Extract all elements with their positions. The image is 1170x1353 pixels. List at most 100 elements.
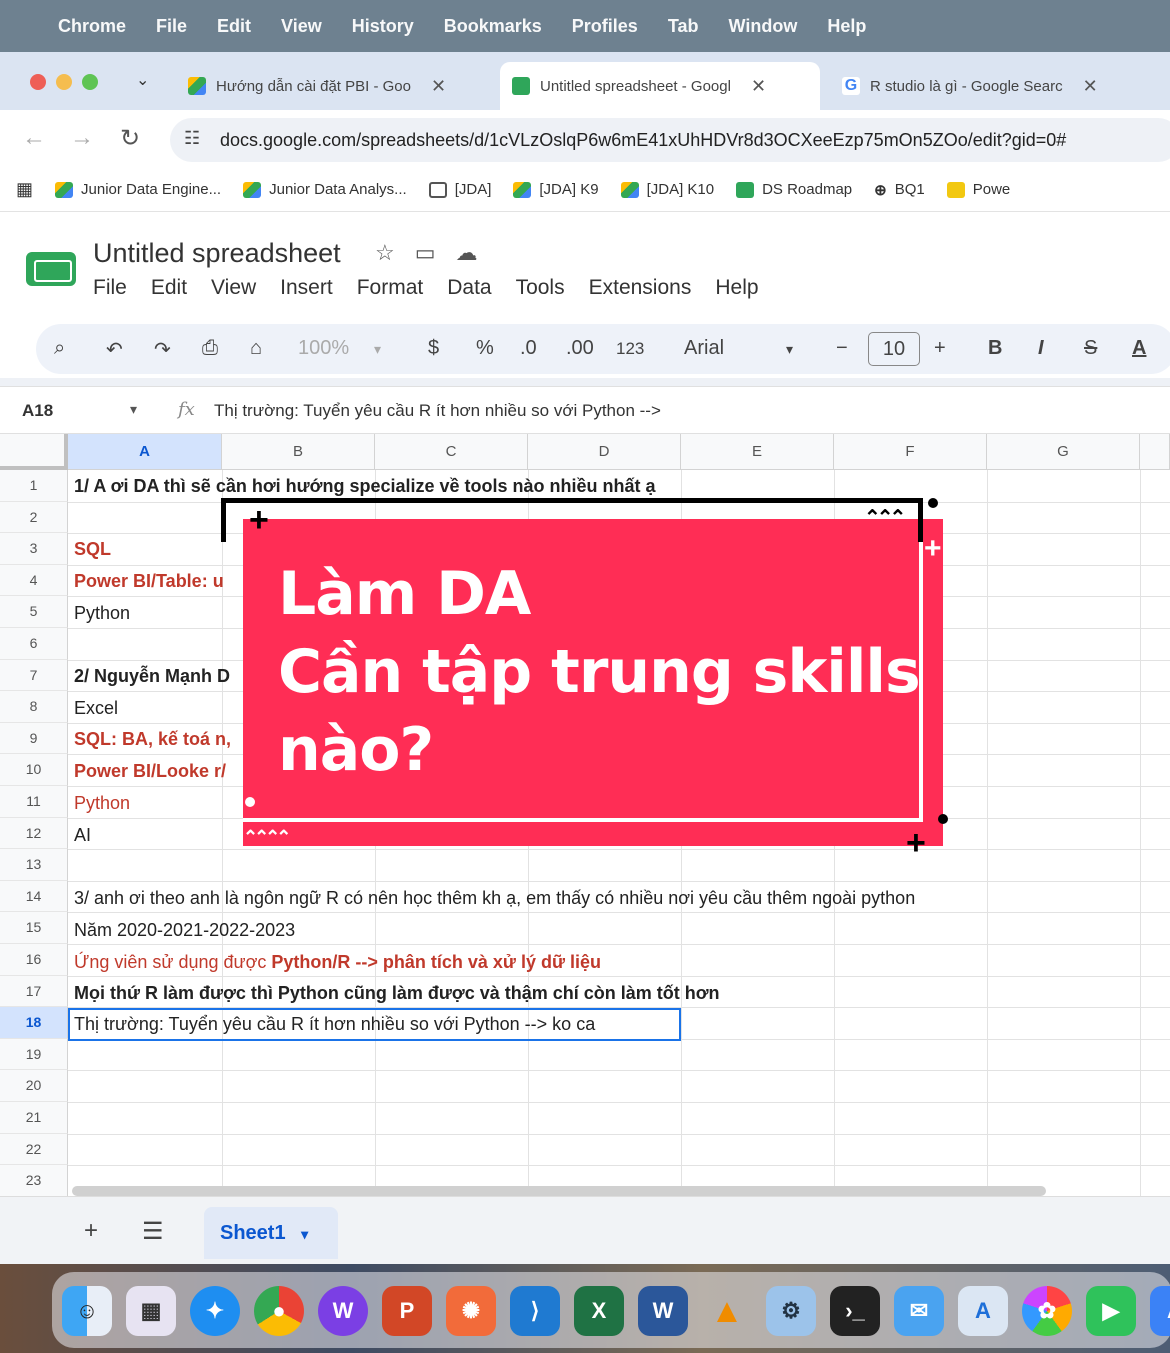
row-header-7[interactable]: 7: [0, 659, 68, 692]
powerpoint-icon[interactable]: P: [382, 1286, 432, 1336]
row-header-1[interactable]: 1: [0, 470, 68, 502]
row-header-19[interactable]: 19: [0, 1038, 68, 1071]
bookmark-jda-k9[interactable]: [JDA] K9: [513, 181, 599, 198]
redo-icon[interactable]: ↷: [154, 337, 171, 362]
cell-a10[interactable]: Power BI/Looke r/: [74, 761, 226, 782]
word-icon[interactable]: W: [638, 1286, 688, 1336]
cloud-status-icon[interactable]: ☁: [456, 240, 478, 266]
cell-a4[interactable]: Power BI/Table: u: [74, 571, 224, 592]
percent-button[interactable]: %: [476, 337, 494, 360]
row-header-17[interactable]: 17: [0, 975, 68, 1008]
maximize-window-button[interactable]: [82, 74, 98, 90]
back-icon[interactable]: ←: [22, 124, 46, 152]
text-color-button[interactable]: A: [1132, 337, 1146, 360]
mac-menu-profiles[interactable]: Profiles: [572, 16, 638, 37]
menu-format[interactable]: Format: [357, 276, 424, 300]
cell-a11[interactable]: Python: [74, 793, 130, 814]
excel-icon[interactable]: X: [574, 1286, 624, 1336]
row-header-12[interactable]: 12: [0, 817, 68, 850]
vlc-icon[interactable]: ▲: [702, 1286, 752, 1336]
launchpad-icon[interactable]: ▦: [126, 1286, 176, 1336]
font-size-input[interactable]: 10: [868, 332, 920, 366]
bookmark-jda-folder[interactable]: [JDA]: [428, 181, 491, 198]
apps-grid-icon[interactable]: ▦: [16, 179, 33, 200]
name-box-chevron-icon[interactable]: ▾: [130, 401, 137, 418]
column-header-d[interactable]: D: [528, 434, 681, 470]
row-header-9[interactable]: 9: [0, 722, 68, 755]
column-header-f[interactable]: F: [834, 434, 987, 470]
zoom-chevron-icon[interactable]: ▾: [374, 341, 381, 358]
more-formats-button[interactable]: 123: [616, 339, 644, 359]
menu-view[interactable]: View: [211, 276, 256, 300]
row-header-8[interactable]: 8: [0, 691, 68, 723]
all-sheets-icon[interactable]: ☰: [142, 1217, 164, 1246]
increase-font-size-button[interactable]: +: [934, 337, 946, 360]
menu-file[interactable]: File: [93, 276, 127, 300]
row-header-22[interactable]: 22: [0, 1133, 68, 1166]
column-header-g[interactable]: G: [987, 434, 1140, 470]
column-header-e[interactable]: E: [681, 434, 834, 470]
bookmark-junior-data-analyst[interactable]: Junior Data Analys...: [243, 181, 407, 198]
minimize-window-button[interactable]: [56, 74, 72, 90]
row-header-14[interactable]: 14: [0, 880, 68, 913]
search-menus-icon[interactable]: ⌕: [54, 337, 65, 360]
mac-menu-history[interactable]: History: [352, 16, 414, 37]
cell-a15[interactable]: Năm 2020-2021-2022-2023: [74, 920, 295, 941]
bookmark-power[interactable]: Powe: [946, 181, 1010, 198]
formula-input[interactable]: Thị trường: Tuyển yêu cầu R ít hơn nhiều…: [214, 401, 661, 421]
wps-icon[interactable]: W: [318, 1286, 368, 1336]
mac-menu-edit[interactable]: Edit: [217, 16, 251, 37]
row-header-15[interactable]: 15: [0, 912, 68, 944]
font-chevron-icon[interactable]: ▾: [786, 341, 793, 358]
burst-app-icon[interactable]: ✺: [446, 1286, 496, 1336]
row-header-2[interactable]: 2: [0, 501, 68, 534]
column-header-a[interactable]: A: [68, 434, 222, 470]
font-select[interactable]: Arial: [684, 337, 724, 360]
mac-menu-window[interactable]: Window: [729, 16, 798, 37]
extra-app-icon[interactable]: A: [1150, 1286, 1170, 1336]
cell-a7[interactable]: 2/ Nguyễn Mạnh D: [74, 666, 230, 687]
select-all-corner[interactable]: [0, 434, 68, 470]
close-tab-icon[interactable]: ✕: [431, 76, 446, 97]
zoom-select[interactable]: 100%: [298, 337, 349, 360]
cell-a9[interactable]: SQL: BA, kế toá n,: [74, 729, 231, 750]
strikethrough-icon[interactable]: S: [1084, 337, 1097, 360]
network-app-icon[interactable]: ⚙: [766, 1286, 816, 1336]
terminal-icon[interactable]: ›_: [830, 1286, 880, 1336]
decrease-font-size-button[interactable]: −: [836, 337, 848, 360]
site-settings-icon[interactable]: ☷: [184, 128, 200, 149]
browser-tab-google-search[interactable]: G R studio là gì - Google Searc ✕: [830, 62, 1150, 110]
mac-menu-tab[interactable]: Tab: [668, 16, 699, 37]
paint-format-icon[interactable]: ⌂: [250, 337, 262, 360]
app-store-icon[interactable]: A: [958, 1286, 1008, 1336]
browser-tab-spreadsheet[interactable]: Untitled spreadsheet - Googl ✕: [500, 62, 820, 110]
close-tab-icon[interactable]: ✕: [751, 76, 766, 97]
cell-a1[interactable]: 1/ A ơi DA thì sẽ cần hơi hướng speciali…: [74, 476, 656, 497]
tab-search-icon[interactable]: ⌄: [136, 70, 149, 90]
row-header-21[interactable]: 21: [0, 1102, 68, 1134]
star-icon[interactable]: ☆: [375, 240, 395, 266]
decrease-decimal-button[interactable]: .0: [520, 337, 537, 360]
sheet-tab-sheet1[interactable]: Sheet1 ▾: [204, 1207, 338, 1259]
sheets-logo-icon[interactable]: [26, 252, 76, 286]
close-window-button[interactable]: [30, 74, 46, 90]
cell-a12[interactable]: AI: [74, 825, 91, 846]
url-field[interactable]: ☷ docs.google.com/spreadsheets/d/1cVLzOs…: [170, 118, 1170, 162]
cell-a14[interactable]: 3/ anh ơi theo anh là ngôn ngữ R có nên …: [74, 888, 915, 909]
bookmark-bq1[interactable]: ⊕ BQ1: [874, 181, 925, 199]
menu-edit[interactable]: Edit: [151, 276, 187, 300]
row-header-4[interactable]: 4: [0, 564, 68, 597]
menu-data[interactable]: Data: [447, 276, 491, 300]
menu-extensions[interactable]: Extensions: [589, 276, 692, 300]
row-header-11[interactable]: 11: [0, 786, 68, 818]
row-header-18[interactable]: 18: [0, 1007, 68, 1039]
row-header-10[interactable]: 10: [0, 754, 68, 786]
vscode-icon[interactable]: ⟩: [510, 1286, 560, 1336]
bold-button[interactable]: B: [988, 337, 1002, 360]
currency-button[interactable]: $: [428, 337, 439, 360]
mac-menu-chrome[interactable]: Chrome: [58, 16, 126, 37]
close-tab-icon[interactable]: ✕: [1083, 76, 1098, 97]
bookmark-jda-k10[interactable]: [JDA] K10: [620, 181, 714, 198]
mac-menu-view[interactable]: View: [281, 16, 322, 37]
browser-tab-pbi[interactable]: Hướng dẫn cài đặt PBI - Goo ✕: [176, 62, 496, 110]
